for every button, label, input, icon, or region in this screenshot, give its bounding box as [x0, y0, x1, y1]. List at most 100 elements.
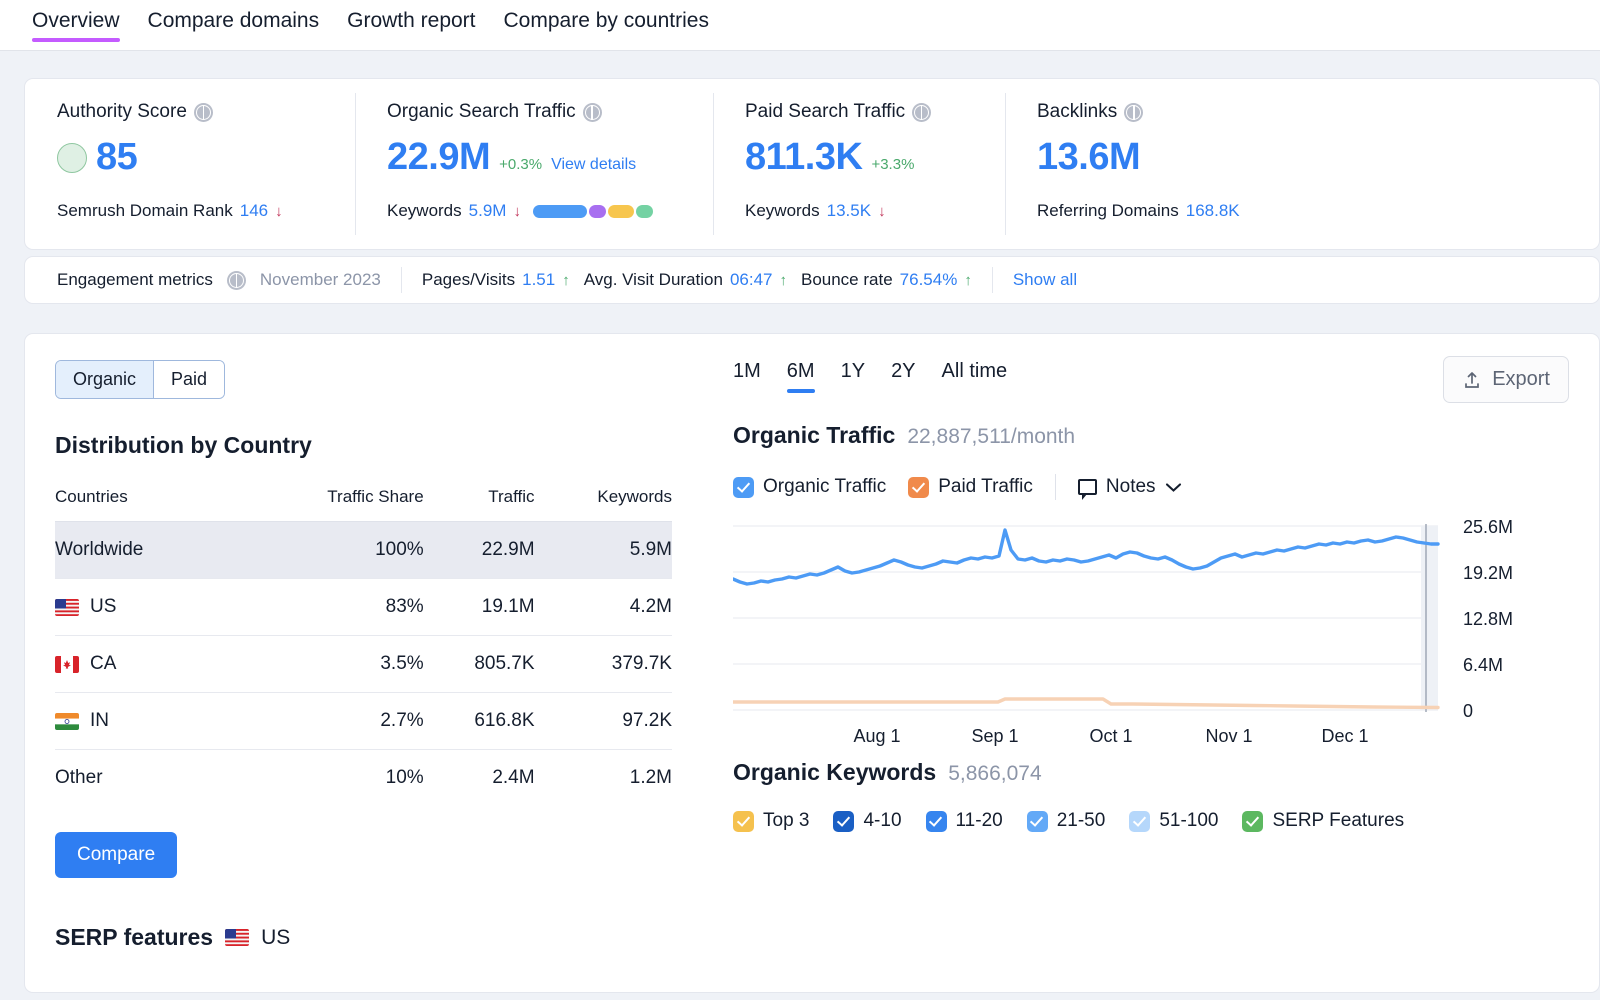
tab-compare-by-countries[interactable]: Compare by countries [490, 0, 723, 32]
table-row[interactable]: CA 3.5% 805.7K 379.7K [55, 636, 672, 693]
tab-compare-domains[interactable]: Compare domains [134, 0, 334, 32]
authority-score-value[interactable]: 85 [96, 136, 137, 179]
organic-keywords-header: Organic Keywords 5,866,074 [733, 759, 1569, 786]
legend-top-3[interactable]: Top 3 [733, 810, 809, 832]
col-keywords: Keywords [535, 487, 672, 522]
referring-domains-value[interactable]: 168.8K [1186, 201, 1240, 221]
globe-icon [194, 103, 213, 122]
country-distribution-table: Countries Traffic Share Traffic Keywords… [55, 487, 672, 806]
row-share-bar-cell [218, 750, 338, 807]
row-country-cell: CA [55, 636, 218, 693]
row-share-pct: 10% [338, 750, 424, 807]
range-1m[interactable]: 1M [733, 360, 761, 393]
bounce-rate-label: Bounce rate [801, 270, 893, 290]
checkbox-51-100[interactable] [1129, 811, 1150, 832]
checkbox-serp-features[interactable] [1242, 811, 1263, 832]
referring-domains-label: Referring Domains [1037, 201, 1179, 221]
keyword-segment [636, 205, 653, 218]
legend-4-10[interactable]: 4-10 [833, 810, 901, 832]
row-share-pct: 83% [338, 579, 424, 636]
export-button[interactable]: Export [1443, 356, 1569, 403]
bounce-rate-value: 76.54% [900, 270, 958, 290]
traffic-line-chart[interactable]: 25.6M 19.2M 12.8M 6.4M 0 Aug 1 Sep 1 Oct… [733, 514, 1563, 729]
organic-keywords-value[interactable]: 5.9M [469, 201, 507, 221]
table-row[interactable]: US 83% 19.1M 4.2M [55, 579, 672, 636]
country-label: IN [90, 710, 109, 732]
metric-value-row: 811.3K +3.3% [745, 136, 1005, 179]
checkbox-11-20[interactable] [926, 811, 947, 832]
x-tick-label: Aug 1 [853, 726, 900, 747]
table-row[interactable]: Worldwide 100% 22.9M 5.9M [55, 522, 672, 579]
authority-score-label: Authority Score [57, 101, 187, 123]
x-tick-label: Sep 1 [971, 726, 1018, 747]
primary-tab-bar: Overview Compare domains Growth report C… [0, 0, 1600, 51]
comment-icon [1078, 479, 1097, 495]
checkbox-paid-traffic[interactable] [908, 477, 929, 498]
range-all-time[interactable]: All time [942, 360, 1008, 393]
table-row[interactable]: IN 2.7% 616.8K 97.2K [55, 693, 672, 750]
legend-paid-traffic[interactable]: Paid Traffic [908, 476, 1033, 498]
legend-51-100[interactable]: 51-100 [1129, 810, 1218, 832]
checkbox-21-50[interactable] [1027, 811, 1048, 832]
country-name-worldwide: Worldwide [55, 539, 218, 561]
metric-title-row: Organic Search Traffic [387, 101, 713, 123]
legend-21-50[interactable]: 21-50 [1027, 810, 1106, 832]
organic-search-traffic-value[interactable]: 22.9M [387, 136, 490, 179]
range-label: 2Y [891, 360, 915, 382]
legend-serp-features[interactable]: SERP Features [1242, 810, 1404, 832]
paid-keywords-value[interactable]: 13.5K [827, 201, 871, 221]
y-tick-label: 12.8M [1463, 609, 1513, 630]
country-name-us: US [55, 596, 218, 618]
compare-button[interactable]: Compare [55, 832, 177, 878]
organic-search-traffic-label: Organic Search Traffic [387, 101, 576, 123]
notes-dropdown[interactable]: Notes [1078, 476, 1182, 498]
paid-search-traffic-value[interactable]: 811.3K [745, 136, 862, 179]
tab-compare-by-countries-label: Compare by countries [504, 9, 709, 32]
globe-icon [583, 103, 602, 122]
pages-visits-label: Pages/Visits [422, 270, 515, 290]
semrush-domain-rank-label: Semrush Domain Rank [57, 201, 233, 221]
range-6m[interactable]: 6M [787, 360, 815, 393]
row-keywords[interactable]: 97.2K [535, 693, 672, 750]
organic-keywords-row: Keywords 5.9M ↓ [387, 201, 713, 221]
row-traffic[interactable]: 616.8K [424, 693, 535, 750]
keyword-segment [533, 205, 587, 218]
summary-metrics-card: Authority Score 85 Semrush Domain Rank 1… [24, 78, 1600, 250]
row-keywords[interactable]: 4.2M [535, 579, 672, 636]
range-1y[interactable]: 1Y [841, 360, 865, 393]
flag-us-icon [225, 929, 249, 946]
row-traffic[interactable]: 805.7K [424, 636, 535, 693]
backlinks-value[interactable]: 13.6M [1037, 136, 1140, 179]
semrush-domain-rank-value[interactable]: 146 [240, 201, 268, 221]
y-tick-label: 6.4M [1463, 655, 1503, 676]
view-details-link[interactable]: View details [551, 156, 636, 174]
divider [401, 267, 402, 293]
metric-paid-search-traffic: Paid Search Traffic 811.3K +3.3% Keyword… [713, 79, 1005, 249]
row-traffic[interactable]: 19.1M [424, 579, 535, 636]
checkbox-organic-traffic[interactable] [733, 477, 754, 498]
checkbox-top-3[interactable] [733, 811, 754, 832]
tab-overview[interactable]: Overview [18, 0, 134, 32]
y-tick-label: 25.6M [1463, 517, 1513, 538]
range-2y[interactable]: 2Y [891, 360, 915, 393]
legend-organic-traffic[interactable]: Organic Traffic [733, 476, 886, 498]
arrow-down-icon: ↓ [878, 203, 886, 220]
legend-11-20[interactable]: 11-20 [926, 810, 1003, 832]
row-share-bar-cell [218, 636, 338, 693]
chevron-down-icon [1165, 482, 1182, 493]
toggle-organic[interactable]: Organic [56, 361, 154, 398]
table-row[interactable]: Other 10% 2.4M 1.2M [55, 750, 672, 807]
divider [992, 267, 993, 293]
legend-label: 51-100 [1159, 810, 1218, 832]
row-keywords[interactable]: 379.7K [535, 636, 672, 693]
toggle-paid[interactable]: Paid [154, 361, 224, 398]
legend-label: 4-10 [863, 810, 901, 832]
tab-growth-report[interactable]: Growth report [333, 0, 489, 32]
arrow-up-icon: ↑ [562, 272, 570, 289]
serp-region-label: US [261, 926, 290, 950]
row-keywords: 5.9M [535, 522, 672, 579]
checkbox-4-10[interactable] [833, 811, 854, 832]
divider [1055, 474, 1056, 500]
show-all-link[interactable]: Show all [1013, 270, 1077, 290]
country-name-ca: CA [55, 653, 218, 675]
